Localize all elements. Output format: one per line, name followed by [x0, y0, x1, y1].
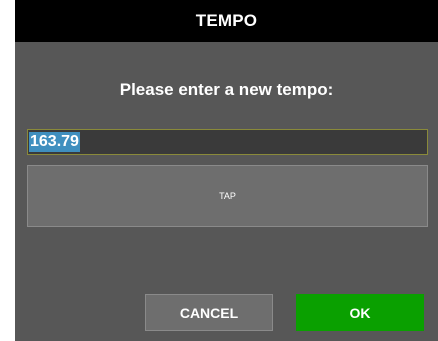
tempo-dialog: TEMPO Please enter a new tempo: 163.79 T…	[15, 0, 438, 341]
ok-button-label: OK	[349, 304, 371, 321]
tap-button-label: TAP	[219, 191, 236, 201]
title-bar: TEMPO	[15, 0, 438, 42]
cancel-button-label: CANCEL	[179, 304, 239, 321]
cancel-button[interactable]: CANCEL	[145, 294, 273, 331]
tempo-input[interactable]: 163.79	[27, 129, 428, 155]
tap-button[interactable]: TAP	[27, 165, 428, 227]
ok-button[interactable]: OK	[296, 294, 424, 331]
tempo-input-value: 163.79	[29, 132, 80, 152]
dialog-title: TEMPO	[195, 11, 258, 30]
tempo-prompt: Please enter a new tempo:	[119, 80, 334, 99]
